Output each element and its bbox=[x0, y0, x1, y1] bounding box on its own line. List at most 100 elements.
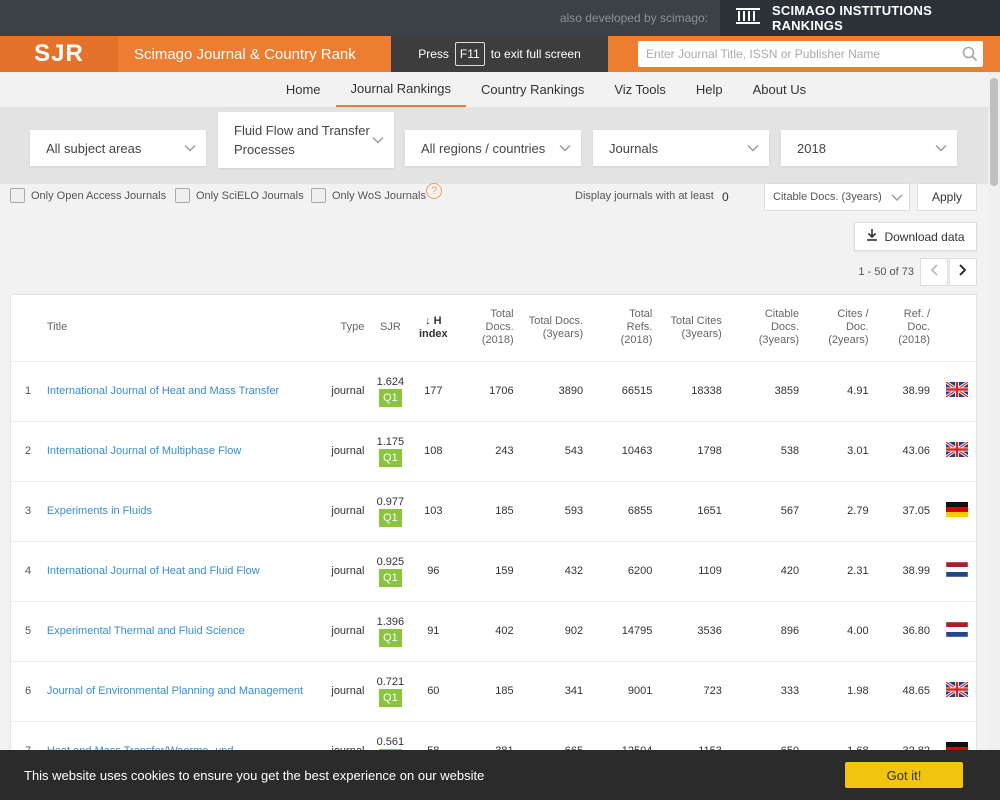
type-cell: journal bbox=[325, 661, 371, 722]
total-docs-3y-cell: 3890 bbox=[519, 361, 590, 422]
type-dropdown[interactable]: Journals bbox=[593, 130, 769, 166]
header-text: (3years) bbox=[681, 327, 722, 340]
institutions-rankings-label: SCIMAGO INSTITUTIONS RANKINGS bbox=[772, 3, 932, 33]
col-type-header[interactable]: Type bbox=[325, 295, 371, 362]
also-developed-text: also developed by scimago: bbox=[559, 11, 708, 25]
sjr-value: 0.977 bbox=[376, 495, 405, 508]
cites-per-doc-cell: 1.98 bbox=[805, 661, 875, 722]
chevron-down-icon bbox=[372, 131, 384, 150]
total-cites-cell: 3536 bbox=[658, 601, 728, 662]
journal-title-link[interactable]: Experimental Thermal and Fluid Science bbox=[47, 625, 245, 637]
chevron-down-icon bbox=[935, 141, 947, 156]
rank-cell: 3 bbox=[11, 481, 41, 542]
nav-help[interactable]: Help bbox=[681, 72, 738, 107]
total-refs-cell: 6200 bbox=[589, 541, 659, 602]
total-docs-3y-cell: 432 bbox=[519, 541, 590, 602]
category-value-line1: Fluid Flow and Transfer bbox=[234, 123, 370, 138]
header-text: (2years) bbox=[828, 334, 869, 347]
country-flag-cell bbox=[936, 481, 976, 542]
col-total-refs-header[interactable]: Total Refs. (2018) bbox=[589, 295, 659, 362]
total-docs-3y-cell: 593 bbox=[519, 481, 590, 542]
col-hindex-header[interactable]: ↓ Hindex bbox=[410, 295, 457, 362]
cites-per-doc-cell: 2.31 bbox=[805, 541, 875, 602]
category-dropdown[interactable]: Fluid Flow and Transfer Processes bbox=[218, 112, 394, 168]
sjr-value: 0.561 bbox=[376, 735, 405, 748]
table-header-row: Title Type SJR ↓ Hindex Total Docs. (2018)… bbox=[11, 295, 976, 362]
journal-title-link[interactable]: Experiments in Fluids bbox=[47, 505, 152, 517]
wos-label: Only WoS Journals bbox=[332, 189, 426, 202]
total-cites-cell: 1109 bbox=[658, 541, 728, 602]
refs-per-doc-cell: 43.06 bbox=[874, 421, 937, 482]
chevron-down-icon bbox=[747, 141, 759, 156]
header-text: (3years) bbox=[758, 334, 800, 347]
journal-title-link[interactable]: International Journal of Multiphase Flow bbox=[47, 445, 241, 457]
uk-flag-icon[interactable] bbox=[945, 440, 969, 460]
rank-cell: 5 bbox=[11, 601, 41, 662]
nav-home[interactable]: Home bbox=[271, 72, 336, 107]
region-dropdown[interactable]: All regions / countries bbox=[405, 130, 581, 166]
col-total-cites-header[interactable]: Total Cites (3years) bbox=[658, 295, 728, 362]
wos-checkbox[interactable]: Only WoS Journals bbox=[311, 188, 426, 203]
uk-flag-icon[interactable] bbox=[945, 380, 969, 400]
institutions-rankings-link[interactable]: SCIMAGO INSTITUTIONS RANKINGS bbox=[720, 0, 1000, 36]
subject-area-dropdown[interactable]: All subject areas bbox=[30, 130, 206, 166]
year-value: 2018 bbox=[797, 140, 826, 156]
col-citable-docs-header[interactable]: Citable Docs. (3years) bbox=[727, 295, 806, 362]
site-title[interactable]: Scimago Journal & Country Rank bbox=[134, 46, 356, 63]
nav-about-us[interactable]: About Us bbox=[738, 72, 821, 107]
netherlands-flag-icon[interactable] bbox=[945, 561, 969, 580]
hindex-header-line1: ↓ H bbox=[425, 314, 442, 327]
next-page-button[interactable] bbox=[949, 258, 977, 286]
refs-per-doc-cell: 38.99 bbox=[874, 361, 937, 422]
journal-search-input[interactable] bbox=[638, 47, 957, 61]
cookie-accept-button[interactable]: Got it! bbox=[845, 762, 963, 788]
header-text: Doc. bbox=[907, 321, 931, 334]
rankings-table-container: Title Type SJR ↓ Hindex Total Docs. (2018)… bbox=[10, 294, 977, 764]
col-total-docs-3y-header[interactable]: Total Docs. (3years) bbox=[519, 295, 590, 362]
header-text: Total Docs. bbox=[528, 314, 584, 327]
prev-page-button[interactable] bbox=[920, 258, 948, 286]
uk-flag-icon[interactable] bbox=[945, 680, 969, 700]
open-access-checkbox[interactable]: Only Open Access Journals bbox=[10, 188, 166, 203]
min-docs-input[interactable] bbox=[718, 183, 758, 211]
sjr-cell: 0.925 Q1 bbox=[370, 541, 411, 602]
col-title-header[interactable]: Title bbox=[40, 295, 326, 362]
citable-docs-select[interactable]: Citable Docs. (3years) bbox=[764, 183, 910, 211]
cookie-banner: This website uses cookies to ensure you … bbox=[0, 750, 1000, 800]
help-icon[interactable]: ? bbox=[426, 183, 442, 199]
header-text: (2018) bbox=[481, 334, 514, 347]
nav-viz-tools[interactable]: Viz Tools bbox=[599, 72, 681, 107]
category-value-line2: Processes bbox=[234, 142, 295, 157]
search-icon[interactable] bbox=[957, 46, 983, 62]
journal-title-link[interactable]: Journal of Environmental Planning and Ma… bbox=[47, 685, 303, 697]
scielo-checkbox[interactable]: Only SciELO Journals bbox=[175, 188, 304, 203]
apply-button[interactable]: Apply bbox=[917, 183, 977, 211]
year-dropdown[interactable]: 2018 bbox=[781, 130, 957, 166]
col-sjr-header[interactable]: SJR bbox=[370, 295, 411, 362]
scielo-label: Only SciELO Journals bbox=[196, 189, 304, 202]
col-cites-per-doc-header[interactable]: Cites / Doc. (2years) bbox=[805, 295, 875, 362]
main-nav: Home Journal Rankings Country Rankings V… bbox=[0, 72, 1000, 108]
header-text: (3years) bbox=[542, 327, 584, 340]
journal-title-link[interactable]: International Journal of Heat and Mass T… bbox=[47, 385, 279, 397]
page-scrollbar[interactable] bbox=[988, 72, 1000, 800]
quartile-badge: Q1 bbox=[379, 508, 402, 527]
col-refs-per-doc-header[interactable]: Ref. / Doc. (2018) bbox=[874, 295, 937, 362]
chevron-down-icon bbox=[559, 141, 571, 156]
germany-flag-icon[interactable] bbox=[946, 502, 968, 520]
col-total-docs-header[interactable]: Total Docs. (2018) bbox=[456, 295, 520, 362]
type-cell: journal bbox=[325, 541, 371, 602]
netherlands-flag-icon[interactable] bbox=[945, 621, 969, 640]
sjr-logo[interactable]: SJR bbox=[0, 36, 118, 72]
nav-journal-rankings[interactable]: Journal Rankings bbox=[335, 72, 466, 107]
journal-title-link[interactable]: International Journal of Heat and Fluid … bbox=[47, 565, 260, 577]
fullscreen-notice: Press F11 to exit full screen bbox=[391, 36, 608, 72]
header-text: Cites / bbox=[837, 308, 869, 321]
nav-country-rankings[interactable]: Country Rankings bbox=[466, 72, 599, 107]
header-text: Refs. bbox=[626, 321, 653, 334]
total-refs-cell: 6855 bbox=[589, 481, 659, 542]
download-data-button[interactable]: Download data bbox=[854, 222, 977, 251]
quartile-badge: Q1 bbox=[379, 568, 402, 587]
scrollbar-thumb[interactable] bbox=[990, 78, 998, 186]
table-row: 4 International Journal of Heat and Fluid… bbox=[11, 541, 976, 602]
